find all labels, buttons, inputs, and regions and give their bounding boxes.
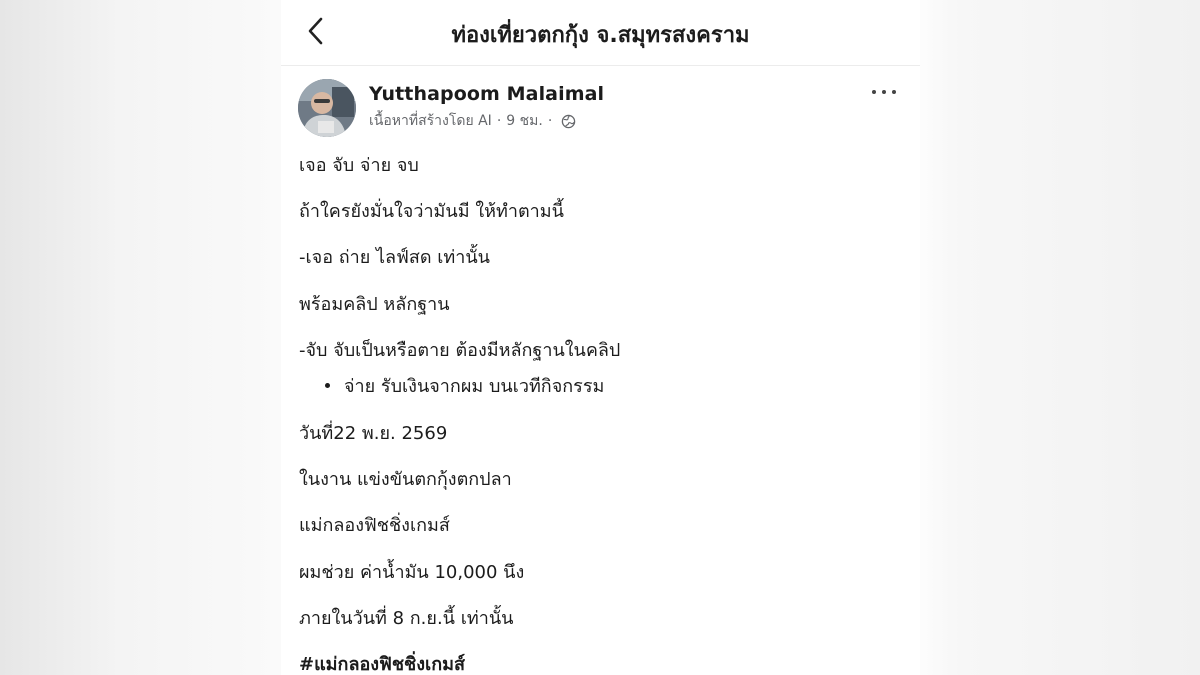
post-line: -เจอ ถ่าย ไลฟ์สด เท่านั้น — [299, 247, 490, 268]
author-name[interactable]: Yutthapoom Malaimal — [369, 83, 604, 105]
post-line: ภายในวันที่ 8 ก.ย.นี้ เท่านั้น — [299, 608, 514, 629]
post-line: เจอ จับ จ่าย จบ — [299, 155, 419, 176]
post-line: -จับ จับเป็นหรือตาย ต้องมีหลักฐานในคลิป — [299, 340, 621, 361]
phone-screen: ท่องเที่ยวตกกุ้ง จ.สมุทรสงคราม Yutthapoo… — [281, 0, 920, 675]
top-bar: ท่องเที่ยวตกกุ้ง จ.สมุทรสงคราม — [281, 0, 920, 66]
globe-icon — [561, 114, 576, 129]
post-line: ถ้าใครยังมั่นใจว่ามันมี ให้ทำตามนี้ — [299, 201, 564, 222]
ai-content-label: เนื้อหาที่สร้างโดย AI — [369, 113, 492, 129]
more-horizontal-icon — [872, 90, 876, 94]
bullet-text: จ่าย รับเงินจากผม บนเวทีกิจกรรม — [344, 376, 605, 397]
post-time[interactable]: 9 ชม. — [506, 110, 543, 132]
meta-separator: · — [496, 113, 502, 129]
hashtag-link[interactable]: #แม่กลองฟิชชิ่งเกมส์ — [299, 649, 465, 675]
post-header: Yutthapoom Malaimal เนื้อหาที่สร้างโดย A… — [281, 66, 920, 146]
page-title: ท่องเที่ยวตกกุ้ง จ.สมุทรสงคราม — [451, 23, 750, 48]
post-line: วันที่22 พ.ย. 2569 — [299, 423, 448, 444]
meta-separator: · — [547, 113, 553, 129]
avatar[interactable] — [298, 79, 356, 137]
more-options-button[interactable] — [866, 80, 902, 104]
bullet-dot — [325, 382, 330, 388]
post-line: พร้อมคลิป หลักฐาน — [299, 294, 450, 315]
post-meta: เนื้อหาที่สร้างโดย AI · 9 ชม. · — [369, 110, 576, 132]
bullet-item: จ่าย รับเงินจากผม บนเวทีกิจกรรม — [325, 371, 604, 400]
post-line: ผมช่วย ค่าน้ำมัน 10,000 นึง — [299, 562, 525, 583]
video-frame: ท่องเที่ยวตกกุ้ง จ.สมุทรสงคราม Yutthapoo… — [0, 0, 1200, 675]
post-line: ในงาน แข่งขันตกกุ้งตกปลา — [299, 469, 512, 490]
post-line: แม่กลองฟิชชิ่งเกมส์ — [299, 515, 450, 536]
